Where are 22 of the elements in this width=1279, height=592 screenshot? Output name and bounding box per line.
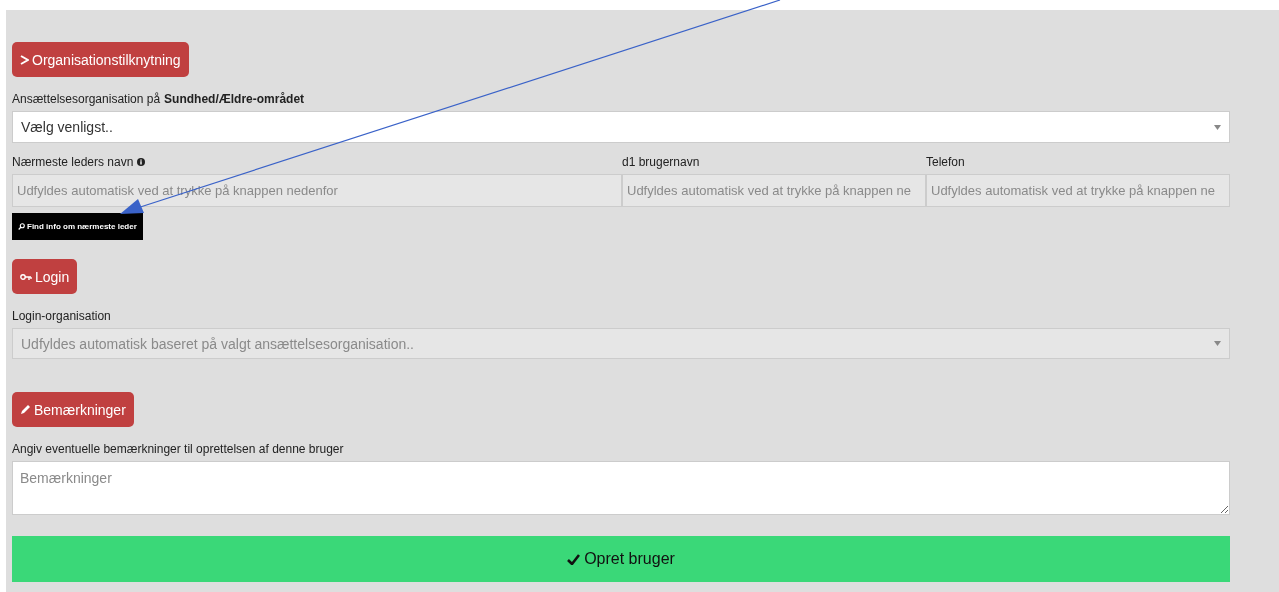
field-label: Angiv eventuelle bemærkninger til oprettelsen af denne bruger [12,442,344,456]
field-label: Nærmeste leders navn [12,155,134,169]
select-field: Udfyldes automatisk baseret på valgt ansættelsesorganisation.. [12,328,1230,359]
field-label: Login-organisation [12,309,111,323]
chevron-icon [20,54,29,65]
info-icon [137,158,146,166]
create-user-button[interactable]: Opret bruger [12,536,1230,582]
section-button[interactable]: Organisationstilknytning [12,42,189,77]
remarks-field[interactable]: Bemærkninger [12,461,1230,515]
caret-icon [1214,341,1221,346]
section-button[interactable]: Bemærkninger [12,392,134,427]
key-icon [20,272,32,281]
field-label: Ansættelsesorganisation på Sundhed/Ældre-området [12,92,305,106]
field-label: d1 brugernavn [622,155,700,169]
select-field[interactable]: Vælg venligst.. [12,111,1230,143]
caret-icon [1214,124,1221,130]
section-button[interactable]: Login [12,259,78,294]
field-label: Telefon [926,155,965,169]
pencil-icon [20,404,31,415]
checkmark-icon [567,553,581,565]
find-button[interactable]: Find info om nærmeste leder [12,213,143,240]
search-icon [18,223,25,230]
